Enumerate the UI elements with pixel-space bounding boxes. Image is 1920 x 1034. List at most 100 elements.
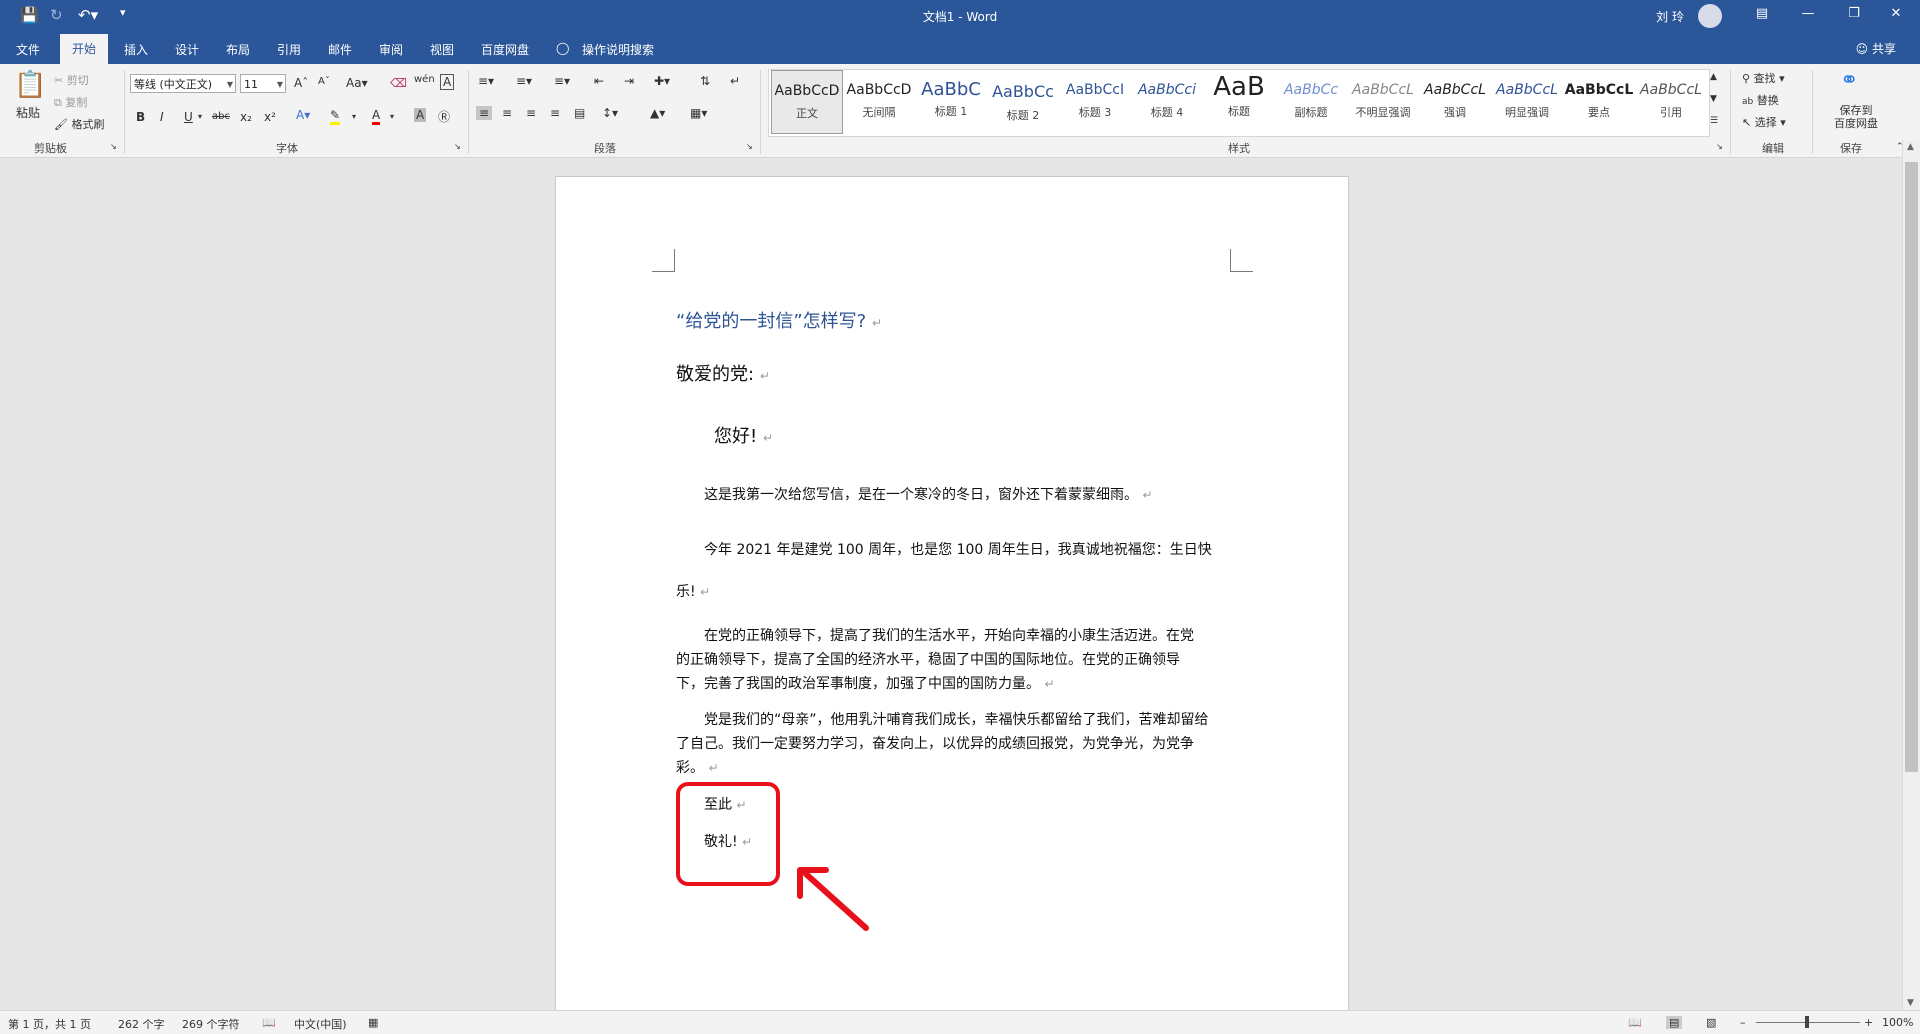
closing-line-2[interactable]: 敬礼! ↵ xyxy=(704,830,1264,854)
body-paragraph-1[interactable]: 这是我第一次给您写信，是在一个寒冷的冬日，窗外还下着蒙蒙细雨。 ↵ xyxy=(704,483,1264,507)
tab-references[interactable]: 引用 xyxy=(277,41,301,58)
tab-mailings[interactable]: 邮件 xyxy=(328,41,352,58)
gallery-more-icon[interactable]: ☰ xyxy=(1710,116,1718,126)
strikethrough-icon[interactable]: abc xyxy=(212,111,230,122)
style-subtitle[interactable]: AaBbCc 副标题 xyxy=(1275,70,1347,134)
style-normal[interactable]: AaBbCcD 正文 xyxy=(771,70,843,134)
select-button[interactable]: ↖ 选择 ▾ xyxy=(1742,114,1786,130)
body-paragraph-3-line-1[interactable]: 在党的正确领导下，提高了我们的生活水平，开始向幸福的小康生活迈进。在党 xyxy=(704,624,1264,648)
align-center-icon[interactable]: ≡ xyxy=(502,106,512,120)
shading-icon[interactable]: ▲▾ xyxy=(650,106,665,120)
sort-icon[interactable]: ⇅ xyxy=(700,74,710,88)
user-name[interactable]: 刘 玲 xyxy=(1656,8,1684,25)
page-count[interactable]: 第 1 页，共 1 页 xyxy=(8,1016,91,1032)
tab-home[interactable]: 开始 xyxy=(60,34,109,64)
zoom-in-icon[interactable]: + xyxy=(1864,1016,1873,1029)
style-heading-3[interactable]: AaBbCcI 标题 3 xyxy=(1059,70,1131,134)
style-strong[interactable]: AaBbCcL 要点 xyxy=(1563,70,1635,134)
body-paragraph-2-line-1[interactable]: 今年 2021 年是建党 100 周年，也是您 100 周年生日，我真诚地祝福您… xyxy=(704,538,1264,562)
align-left-icon[interactable]: ≡ xyxy=(476,106,493,120)
web-layout-icon[interactable]: ▧ xyxy=(1706,1016,1716,1029)
language-indicator[interactable]: 中文(中国) xyxy=(294,1016,347,1032)
scroll-up-icon[interactable]: ▲ xyxy=(1907,142,1914,152)
vertical-scrollbar[interactable]: ▲ ▼ xyxy=(1902,140,1920,1010)
gallery-up-icon[interactable]: ▲ xyxy=(1710,72,1717,82)
body-paragraph-3-line-2[interactable]: 的正确领导下，提高了全国的经济水平，稳固了中国的国际地位。在党的正确领导 xyxy=(676,648,1236,672)
phonetic-guide-icon[interactable]: wén xyxy=(414,74,435,85)
format-painter-button[interactable]: 🖌 格式刷 xyxy=(54,116,104,132)
style-title[interactable]: AaB 标题 xyxy=(1203,70,1275,134)
zoom-slider-thumb[interactable] xyxy=(1805,1016,1809,1028)
tab-baidu-netdisk[interactable]: 百度网盘 xyxy=(481,41,529,58)
zoom-level[interactable]: 100% xyxy=(1882,1016,1913,1029)
chevron-down-icon[interactable]: ▾ xyxy=(352,112,356,121)
copy-button[interactable]: ⧉ 复制 xyxy=(54,94,87,110)
body-paragraph-4-line-3[interactable]: 彩。 ↵ xyxy=(676,756,1236,780)
proofing-icon[interactable]: 📖 xyxy=(262,1016,276,1029)
change-case-icon[interactable]: Aa▾ xyxy=(346,76,368,90)
scroll-down-icon[interactable]: ▼ xyxy=(1907,998,1914,1008)
style-heading-2[interactable]: AaBbCc 标题 2 xyxy=(987,70,1059,134)
document-heading[interactable]: “给党的一封信”怎样写? ↵ xyxy=(676,310,1236,335)
replace-button[interactable]: ab 替换 xyxy=(1742,92,1779,108)
gallery-down-icon[interactable]: ▼ xyxy=(1710,94,1717,104)
shrink-font-icon[interactable]: Aˇ xyxy=(318,76,330,87)
enclose-characters-icon[interactable]: Ⓡ xyxy=(438,108,450,125)
style-emphasis[interactable]: AaBbCcL 强调 xyxy=(1419,70,1491,134)
chevron-down-icon[interactable]: ▾ xyxy=(390,112,394,121)
clear-formatting-icon[interactable]: ⌫ xyxy=(390,76,407,90)
italic-icon[interactable]: I xyxy=(160,110,164,124)
char-count[interactable]: 269 个字符 xyxy=(182,1016,240,1032)
superscript-icon[interactable]: x² xyxy=(264,110,276,124)
tab-layout[interactable]: 布局 xyxy=(226,41,250,58)
paste-button[interactable]: 粘贴 xyxy=(16,104,40,121)
body-paragraph-2-line-2[interactable]: 乐! ↵ xyxy=(676,580,1236,604)
style-no-spacing[interactable]: AaBbCcD 无间隔 xyxy=(843,70,915,134)
grow-font-icon[interactable]: Aˆ xyxy=(294,76,308,90)
align-right-icon[interactable]: ≡ xyxy=(526,106,536,120)
bold-icon[interactable]: B xyxy=(136,110,145,124)
underline-icon[interactable]: U xyxy=(184,110,193,124)
greeting[interactable]: 您好! ↵ xyxy=(714,425,1274,450)
chevron-down-icon[interactable]: ▾ xyxy=(198,112,202,121)
zoom-out-icon[interactable]: – xyxy=(1740,1016,1746,1029)
style-heading-1[interactable]: AaBbC 标题 1 xyxy=(915,70,987,134)
body-paragraph-3-line-3[interactable]: 下，完善了我国的政治军事制度，加强了中国的国防力量。 ↵ xyxy=(676,672,1236,696)
style-heading-4[interactable]: AaBbCci 标题 4 xyxy=(1131,70,1203,134)
word-count[interactable]: 262 个字 xyxy=(118,1016,165,1032)
tab-insert[interactable]: 插入 xyxy=(124,41,148,58)
borders-icon[interactable]: ▦▾ xyxy=(690,106,707,120)
save-to-baidu-button[interactable]: 保存到 百度网盘 xyxy=(1834,104,1878,130)
character-border-icon[interactable]: A xyxy=(440,74,455,90)
paste-icon[interactable]: 📋 xyxy=(14,70,46,100)
baidu-netdisk-icon[interactable]: ⚭ xyxy=(1840,68,1858,93)
tab-file[interactable]: 文件 xyxy=(16,41,40,58)
scrollbar-thumb[interactable] xyxy=(1905,162,1918,772)
tab-design[interactable]: 设计 xyxy=(175,41,199,58)
body-paragraph-4-line-1[interactable]: 党是我们的“母亲”，他用乳汁哺育我们成长，幸福快乐都留给了我们，苦难却留给 xyxy=(704,708,1264,732)
minimize-icon[interactable]: — xyxy=(1788,6,1828,21)
font-name-combo[interactable]: 等线 (中文正文) ▼ xyxy=(130,74,236,93)
character-shading-icon[interactable]: A xyxy=(414,108,427,122)
tab-review[interactable]: 审阅 xyxy=(379,41,403,58)
document-page[interactable]: “给党的一封信”怎样写? ↵ 敬爱的党: ↵ 您好! ↵ 这是我第一次给您写信，… xyxy=(555,176,1349,1018)
chinese-layout-icon[interactable]: ✚▾ xyxy=(654,74,670,88)
cut-button[interactable]: ✂ 剪切 xyxy=(54,72,89,88)
line-spacing-icon[interactable]: ↕▾ xyxy=(602,106,618,120)
body-paragraph-4-line-2[interactable]: 了自己。我们一定要努力学习，奋发向上，以优异的成绩回报党，为党争光，为党争 xyxy=(676,732,1236,756)
find-button[interactable]: ⚲ 查找 ▾ xyxy=(1742,70,1785,86)
distributed-icon[interactable]: ▤ xyxy=(574,106,585,120)
closing-line-1[interactable]: 至此 ↵ xyxy=(704,793,1264,817)
macro-icon[interactable]: ▦ xyxy=(368,1016,378,1029)
salutation[interactable]: 敬爱的党: ↵ xyxy=(676,363,1236,388)
subscript-icon[interactable]: x₂ xyxy=(240,110,252,124)
tell-me-search[interactable]: 操作说明搜索 xyxy=(582,41,654,58)
style-subtle-emphasis[interactable]: AaBbCcL 不明显强调 xyxy=(1347,70,1419,134)
bullets-icon[interactable]: ≡▾ xyxy=(478,74,494,88)
share-button[interactable]: ☺ 共享 xyxy=(1856,40,1896,57)
numbering-icon[interactable]: ≡▾ xyxy=(516,74,532,88)
decrease-indent-icon[interactable]: ⇤ xyxy=(594,74,604,88)
text-effects-icon[interactable]: A▾ xyxy=(296,108,310,122)
justify-icon[interactable]: ≡ xyxy=(550,106,560,120)
close-icon[interactable]: ✕ xyxy=(1876,6,1916,21)
